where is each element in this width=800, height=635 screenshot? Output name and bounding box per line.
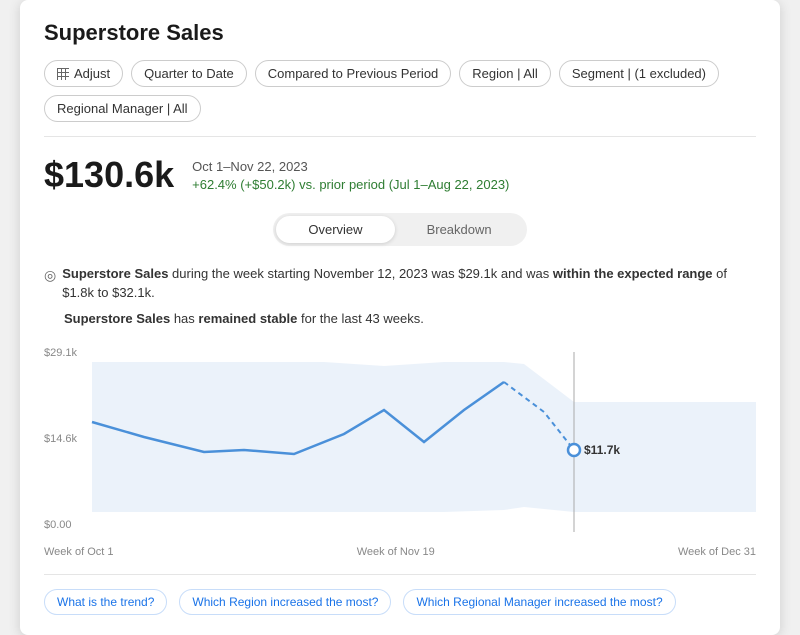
question-manager[interactable]: Which Regional Manager increased the mos… bbox=[403, 589, 675, 615]
question-links: What is the trend? Which Region increase… bbox=[44, 574, 756, 615]
chart-area: $29.1k $14.6k $0.00 $11.7k bbox=[44, 342, 756, 542]
svg-text:$29.1k: $29.1k bbox=[44, 347, 78, 359]
metric-change: +62.4% (+$50.2k) vs. prior period (Jul 1… bbox=[192, 177, 509, 192]
x-label-nov: Week of Nov 19 bbox=[357, 546, 435, 558]
chart-band bbox=[92, 362, 756, 512]
segment-label: Segment | (1 excluded) bbox=[572, 66, 706, 81]
region-button[interactable]: Region | All bbox=[459, 60, 551, 87]
svg-text:$14.6k: $14.6k bbox=[44, 433, 78, 445]
metric-value: $130.6k bbox=[44, 155, 174, 195]
question-region[interactable]: Which Region increased the most? bbox=[179, 589, 391, 615]
manager-label: Regional Manager | All bbox=[57, 101, 188, 116]
grid-icon bbox=[57, 68, 69, 80]
x-labels: Week of Oct 1 Week of Nov 19 Week of Dec… bbox=[44, 546, 756, 558]
question-trend[interactable]: What is the trend? bbox=[44, 589, 167, 615]
metric-detail: Oct 1–Nov 22, 2023 +62.4% (+$50.2k) vs. … bbox=[192, 155, 509, 192]
compared-label: Compared to Previous Period bbox=[268, 66, 439, 81]
location-icon: ◎ bbox=[44, 265, 56, 286]
x-label-dec: Week of Dec 31 bbox=[678, 546, 756, 558]
tab-overview[interactable]: Overview bbox=[276, 216, 394, 243]
toolbar: Adjust Quarter to Date Compared to Previ… bbox=[44, 60, 756, 137]
region-label: Region | All bbox=[472, 66, 538, 81]
adjust-label: Adjust bbox=[74, 66, 110, 81]
insight-bold-range: within the expected range bbox=[553, 266, 713, 281]
insight-mid: during the week starting November 12, 20… bbox=[168, 266, 552, 281]
svg-text:$0.00: $0.00 bbox=[44, 519, 72, 531]
insight-bold-stable: remained stable bbox=[198, 311, 297, 326]
chart-datapoint bbox=[568, 444, 580, 456]
segment-button[interactable]: Segment | (1 excluded) bbox=[559, 60, 719, 87]
manager-button[interactable]: Regional Manager | All bbox=[44, 95, 201, 122]
tabs-row: Overview Breakdown bbox=[44, 213, 756, 246]
svg-text:$11.7k: $11.7k bbox=[584, 443, 620, 457]
insight-bold-sales: Superstore Sales bbox=[62, 266, 168, 281]
insight-line2: Superstore Sales has remained stable for… bbox=[64, 309, 756, 329]
quarter-button[interactable]: Quarter to Date bbox=[131, 60, 247, 87]
metric-period: Oct 1–Nov 22, 2023 bbox=[192, 159, 509, 174]
chart-svg: $29.1k $14.6k $0.00 $11.7k bbox=[44, 342, 756, 542]
insight-bold-sales2: Superstore Sales bbox=[64, 311, 170, 326]
main-card: Superstore Sales Adjust Quarter to Date … bbox=[20, 0, 780, 635]
compared-button[interactable]: Compared to Previous Period bbox=[255, 60, 452, 87]
insight-line1: ◎ Superstore Sales during the week start… bbox=[44, 264, 756, 303]
insight-suffix2: for the last 43 weeks. bbox=[297, 311, 423, 326]
insight-mid2: has bbox=[170, 311, 198, 326]
quarter-label: Quarter to Date bbox=[144, 66, 234, 81]
adjust-button[interactable]: Adjust bbox=[44, 60, 123, 87]
metric-row: $130.6k Oct 1–Nov 22, 2023 +62.4% (+$50.… bbox=[44, 155, 756, 195]
page-title: Superstore Sales bbox=[44, 20, 756, 46]
x-label-oct: Week of Oct 1 bbox=[44, 546, 114, 558]
tab-breakdown[interactable]: Breakdown bbox=[395, 216, 524, 243]
tabs-container: Overview Breakdown bbox=[273, 213, 526, 246]
